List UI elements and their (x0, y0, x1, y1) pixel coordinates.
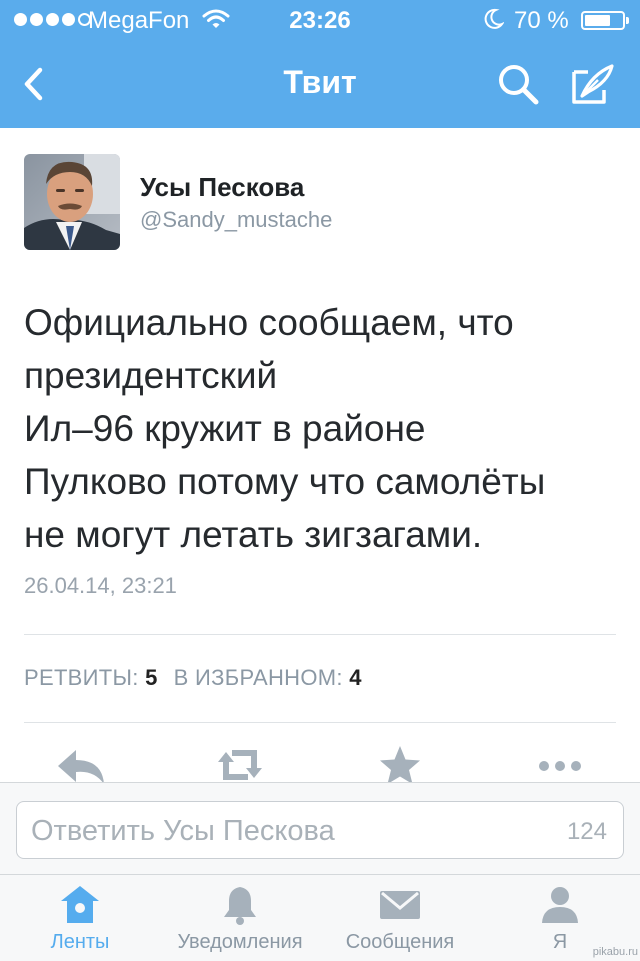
tab-label: Уведомления (177, 931, 303, 953)
favorites-count: 4 (349, 665, 362, 690)
top-bar: MegaFon 23:26 70 % Твит (0, 0, 640, 128)
author-handle[interactable]: @Sandy_mustache (140, 207, 332, 233)
more-dots-icon[interactable] (530, 744, 590, 784)
divider (24, 634, 616, 635)
tab-label: Сообщения (345, 931, 455, 953)
retweet-icon[interactable] (210, 744, 270, 784)
retweets-link[interactable]: РЕТВИТЫ: 5 (24, 665, 158, 690)
reply-char-count: 124 (566, 818, 607, 845)
tweet-actions (0, 740, 640, 784)
home-icon (61, 886, 99, 923)
person-icon (542, 887, 578, 923)
favorite-star-icon[interactable] (370, 744, 430, 784)
moon-icon (484, 8, 504, 29)
tab-label: Ленты (50, 931, 110, 953)
tweet-text: Официально сообщаем, что президентский И… (24, 296, 624, 561)
divider (24, 722, 616, 723)
reply-input[interactable]: Ответить Усы Пескова 124 (16, 801, 624, 859)
tweet-line: не могут летать зигзагами. (24, 514, 483, 555)
battery-percent: 70 % (514, 7, 569, 34)
favorites-label: В ИЗБРАННОМ: (173, 665, 343, 690)
bell-icon (224, 887, 256, 925)
envelope-icon (380, 891, 420, 919)
avatar-image (24, 154, 120, 250)
reply-placeholder: Ответить Усы Пескова (31, 815, 335, 847)
tab-notifications[interactable]: Уведомления (160, 875, 320, 961)
tweet-line: Пулково потому что самолёты (24, 461, 546, 502)
reply-bar: Ответить Усы Пескова 124 (0, 782, 640, 875)
search-icon[interactable] (494, 60, 542, 108)
compose-icon[interactable] (568, 60, 616, 108)
tweet-timestamp: 26.04.14, 23:21 (24, 573, 177, 598)
retweets-count: 5 (145, 665, 158, 690)
tweet-line: президентский (24, 355, 278, 396)
battery-icon (581, 11, 629, 30)
avatar[interactable] (24, 154, 120, 250)
tweet-stats: РЕТВИТЫ: 5 В ИЗБРАННОМ: 4 (24, 665, 362, 691)
favorites-link[interactable]: В ИЗБРАННОМ: 4 (174, 665, 362, 690)
tweet-line: Ил–96 кружит в районе (24, 408, 426, 449)
retweets-label: РЕТВИТЫ: (24, 665, 139, 690)
status-bar: MegaFon 23:26 70 % (0, 0, 640, 40)
author-name[interactable]: Усы Пескова (140, 172, 304, 203)
tab-home[interactable]: Ленты (0, 875, 160, 961)
tab-bar: Ленты Уведомления Сообщения Я pikabu.ru (0, 874, 640, 961)
page-title: Твит (283, 64, 357, 100)
tab-messages[interactable]: Сообщения (320, 875, 480, 961)
reply-icon[interactable] (52, 744, 112, 784)
watermark: pikabu.ru (592, 946, 638, 958)
tweet-line: Официально сообщаем, что (24, 302, 514, 343)
